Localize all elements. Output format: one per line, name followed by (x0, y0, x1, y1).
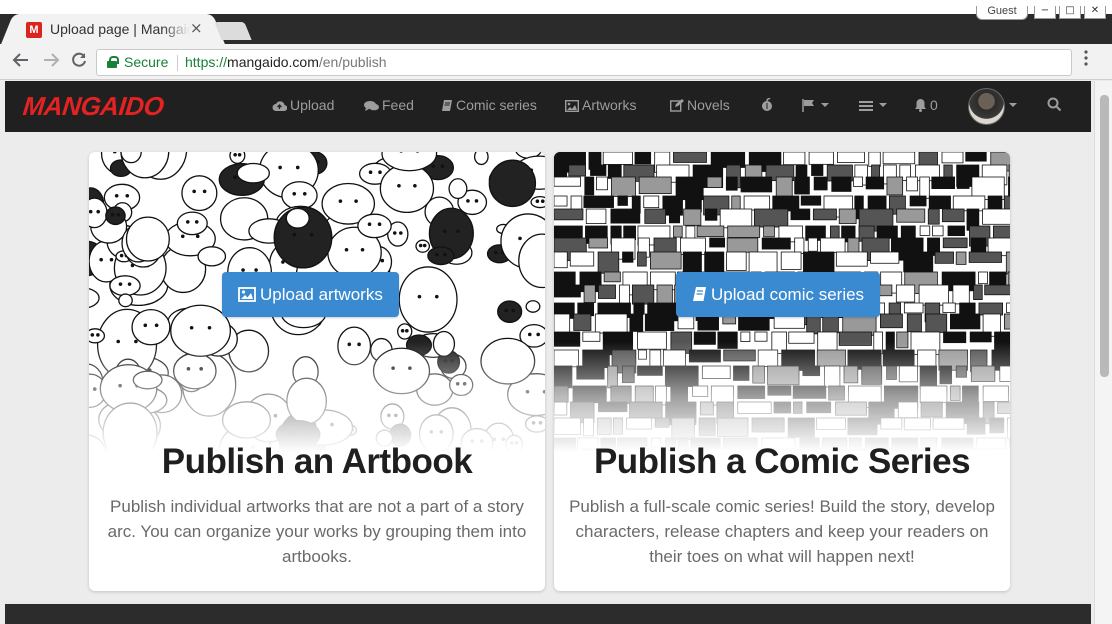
nav-artworks[interactable]: Artworks (564, 97, 637, 113)
url-host: mangaido.com (227, 54, 319, 70)
upload-artworks-label: Upload artworks (260, 285, 383, 304)
url-scheme: https:// (185, 54, 228, 70)
reload-icon[interactable] (70, 51, 88, 74)
maximize-button[interactable]: □ (1059, 6, 1081, 19)
site-logo[interactable]: MANGAIDO (21, 91, 165, 122)
nav-novels[interactable]: Novels (669, 97, 730, 113)
menu-dots-icon[interactable] (1084, 50, 1088, 71)
image-fade-overlay (89, 342, 545, 452)
close-window-button[interactable]: ✕ (1084, 6, 1106, 19)
comments-icon (364, 101, 379, 111)
browser-titlebar: M Upload page | Mangaido × Guest − □ ✕ (0, 0, 1112, 45)
image-fade-overlay (554, 342, 1010, 452)
nav-comic-series-label: Comic series (456, 97, 537, 113)
cloud-upload-icon (272, 101, 288, 112)
page-scrollbar[interactable] (1094, 81, 1112, 624)
url-text: https://mangaido.com/en/publish (185, 50, 387, 75)
tab-title: Upload page | Mangaido (50, 21, 190, 37)
avatar-dropdown-caret[interactable] (1006, 97, 1017, 113)
chevron-down-icon (821, 103, 829, 107)
upload-artworks-button[interactable]: Upload artworks (222, 272, 399, 317)
omnibox-divider (177, 55, 178, 71)
nav-artworks-label: Artworks (582, 97, 637, 113)
upload-comic-series-button[interactable]: Upload comic series (676, 272, 881, 317)
nav-feed-label: Feed (382, 97, 414, 113)
book-icon (693, 287, 706, 301)
bars-icon (859, 101, 873, 111)
page-bottom-bar (5, 601, 1091, 624)
new-tab-button[interactable] (214, 22, 252, 40)
browser-toolbar: Secure https://mangaido.com/en/publish (0, 44, 1112, 80)
minimize-button[interactable]: − (1034, 6, 1056, 19)
nav-upload-label: Upload (290, 97, 335, 113)
nav-upload[interactable]: Upload (272, 97, 334, 113)
image-icon (238, 287, 256, 302)
favicon-icon: M (26, 22, 42, 38)
image-icon (564, 99, 580, 113)
lock-icon (107, 56, 119, 68)
comic-series-heading: Publish a Comic Series (593, 442, 971, 481)
flag-icon (802, 99, 814, 112)
upload-comic-series-label: Upload comic series (711, 285, 865, 304)
tab-close-icon[interactable]: × (190, 19, 203, 37)
search-icon[interactable] (1047, 97, 1065, 113)
bell-icon (915, 99, 926, 112)
fruit-icon[interactable] (760, 97, 777, 113)
book-icon (442, 100, 452, 111)
desktop-top-strip (0, 0, 1112, 14)
page-viewport: MANGAIDO Upload Feed Comic series Artwor… (0, 81, 1112, 624)
nav-comic-series[interactable]: Comic series (441, 97, 537, 113)
browser-tab-active[interactable]: M Upload page | Mangaido × (14, 14, 212, 45)
address-bar[interactable]: Secure https://mangaido.com/en/publish (96, 49, 1072, 76)
comic-series-card: Upload comic series Publish a Comic Seri… (554, 152, 1010, 591)
url-path: /en/publish (318, 54, 387, 70)
forward-arrow-icon[interactable] (42, 51, 60, 74)
edit-icon (669, 99, 684, 112)
site-navbar: MANGAIDO Upload Feed Comic series Artwor… (5, 81, 1091, 132)
nav-novels-label: Novels (687, 97, 730, 113)
notifications-button[interactable]: 0 (914, 97, 938, 113)
avatar[interactable] (968, 88, 1005, 125)
nav-feed[interactable]: Feed (364, 97, 414, 113)
artbook-heading: Publish an Artbook (161, 442, 473, 481)
artbook-description: Publish individual artworks that are not… (107, 497, 527, 566)
comic-series-description: Publish a full-scale comic series! Build… (569, 497, 995, 566)
chevron-down-icon (879, 103, 887, 107)
scrollbar-thumb[interactable] (1100, 95, 1109, 377)
guest-profile-button[interactable]: Guest (976, 6, 1028, 20)
menu-dropdown[interactable] (859, 97, 887, 113)
back-arrow-icon[interactable] (12, 51, 30, 74)
chevron-down-icon (1009, 103, 1017, 107)
artbook-card: Upload artworks Publish an Artbook Publi… (89, 152, 545, 591)
secure-label: Secure (124, 54, 169, 70)
notifications-count: 0 (930, 97, 938, 113)
flag-dropdown[interactable] (802, 97, 829, 113)
